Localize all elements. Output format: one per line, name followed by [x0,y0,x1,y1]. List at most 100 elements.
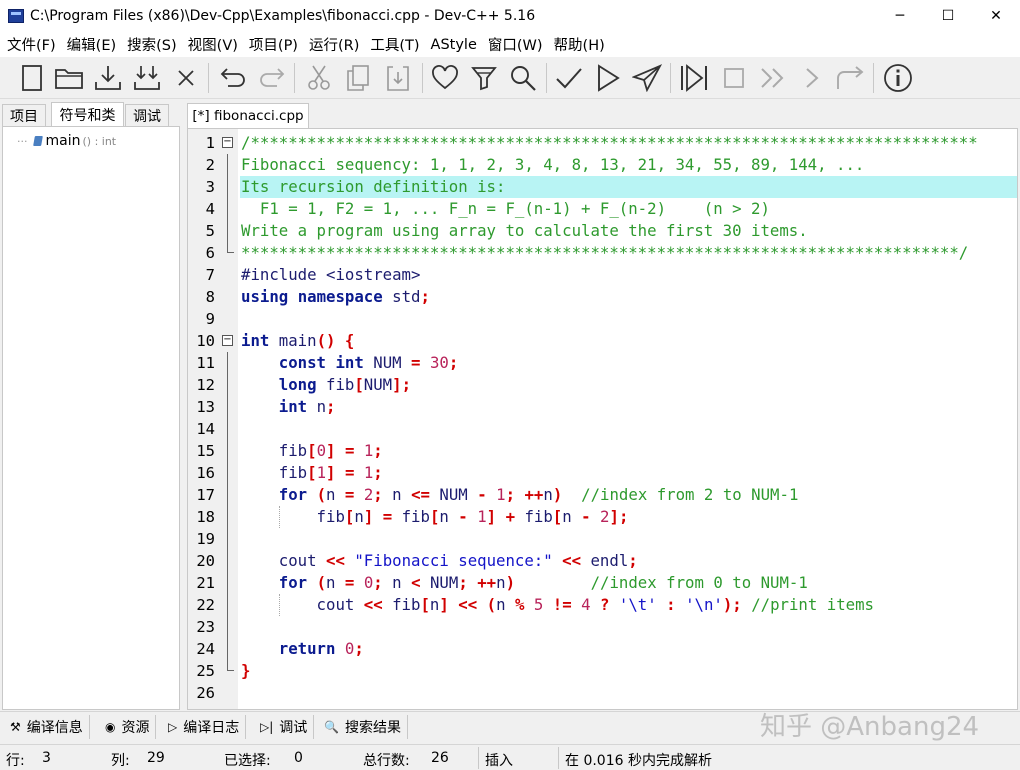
code-line[interactable]: 13 int n; [188,396,1017,418]
code-line[interactable]: 16 fib[1] = 1; [188,462,1017,484]
undo-icon[interactable] [215,61,251,95]
code-line[interactable]: 20 cout << "Fibonacci sequence:" << endl… [188,550,1017,572]
code-editor[interactable]: 1−/*************************************… [187,128,1018,710]
send-icon[interactable] [629,61,665,95]
check-icon[interactable] [551,61,587,95]
fold-line-marker [227,550,228,572]
cut-icon[interactable] [301,61,337,95]
fold-toggle-icon[interactable]: − [222,137,233,148]
fold-line-marker [227,462,228,484]
code-line[interactable]: 24 return 0; [188,638,1017,660]
tab-project[interactable]: 项目 [2,104,46,126]
next-icon[interactable] [794,61,830,95]
tree-item-main[interactable]: ··· main () : int [17,133,116,149]
code-token: 30 [429,353,449,372]
code-line[interactable]: 11 const int NUM = 30; [188,352,1017,374]
code-line[interactable]: 26 [188,682,1017,704]
menu-search[interactable]: 搜索(S) [123,34,181,55]
close-button[interactable]: ✕ [972,0,1020,32]
tab-debug[interactable]: 调试 [125,104,169,126]
toolbar [0,57,1020,99]
code-line[interactable]: 14 [188,418,1017,440]
code-line[interactable]: 1−/*************************************… [188,132,1017,154]
code-token: n [382,485,412,504]
menu-window[interactable]: 窗口(W) [484,34,547,55]
menu-file[interactable]: 文件(F) [3,34,60,55]
line-number: 26 [196,684,215,702]
menu-view[interactable]: 视图(V) [184,34,242,55]
line-number: 2 [205,156,215,174]
code-token: ++ [477,573,497,592]
code-line[interactable]: 8 using namespace std; [188,286,1017,308]
menu-run[interactable]: 运行(R) [305,34,363,55]
minimize-button[interactable]: ─ [876,0,924,32]
code-token: fib [241,463,308,482]
code-line[interactable]: 3 Its recursion definition is: [188,176,1017,198]
line-number: 4 [205,200,215,218]
maximize-button[interactable]: ☐ [924,0,972,32]
code-token: 1 [363,463,374,482]
code-line[interactable]: 25} [188,660,1017,682]
redirect-icon[interactable] [832,61,868,95]
tab-compiler-output[interactable]: ⚒ 编译信息 [4,715,90,739]
search-icon[interactable] [505,61,541,95]
code-token: ); [722,595,742,614]
open-folder-icon[interactable] [51,61,87,95]
menu-tools[interactable]: 工具(T) [366,34,423,55]
file-tab-fibonacci[interactable]: [*] fibonacci.cpp [187,103,309,128]
copy-icon[interactable] [340,61,376,95]
save-icon[interactable] [90,61,126,95]
menu-edit[interactable]: 编辑(E) [63,34,120,55]
menu-project[interactable]: 项目(P) [245,34,302,55]
code-text: const int NUM = 30; [240,352,1017,374]
code-line[interactable]: 22 cout << fib[n] << (n % 5 != 4 ? '\t' … [188,594,1017,616]
tab-resources[interactable]: ◉ 资源 [99,715,157,739]
fold-end-marker [227,242,234,253]
fold-toggle-icon[interactable]: − [222,335,233,346]
code-area[interactable]: 1−/*************************************… [188,132,1017,704]
menu-help[interactable]: 帮助(H) [550,34,609,55]
heart-icon[interactable] [427,61,463,95]
stop-icon[interactable] [716,61,752,95]
tab-compile-log[interactable]: ▷ 编译日志 [162,715,247,739]
run-icon[interactable] [590,61,626,95]
menu-astyle[interactable]: AStyle [427,37,481,53]
code-token: n [326,573,345,592]
save-all-icon[interactable] [129,61,165,95]
code-line[interactable]: 4 F1 = 1, F2 = 1, ... F_n = F_(n-1) + F_… [188,198,1017,220]
code-line[interactable]: 23 [188,616,1017,638]
code-text: Fibonacci sequency: 1, 1, 2, 3, 4, 8, 13… [240,154,1017,176]
code-line[interactable]: 7 #include <iostream> [188,264,1017,286]
tab-search-results[interactable]: 🔍 搜索结果 [318,715,408,739]
devcpp-app-icon[interactable] [8,9,24,23]
code-line[interactable]: 10− int main() { [188,330,1017,352]
code-token: 0 [316,441,327,460]
new-file-icon[interactable] [14,61,50,95]
redo-icon[interactable] [254,61,290,95]
code-text: long fib[NUM]; [240,374,1017,396]
info-icon[interactable] [880,61,916,95]
close-file-icon[interactable] [168,61,204,95]
code-line[interactable]: 9 [188,308,1017,330]
fast-forward-icon[interactable] [755,61,791,95]
code-line[interactable]: 12 long fib[NUM]; [188,374,1017,396]
tab-debug-panel[interactable]: ▷| 调试 [254,715,315,739]
tab-symbols-classes[interactable]: 符号和类 [51,102,124,126]
code-line[interactable]: 21 for (n = 0; n < NUM; ++n) //index fro… [188,572,1017,594]
code-line[interactable]: 15 fib[0] = 1; [188,440,1017,462]
code-line[interactable]: 5 Write a program using array to calculat… [188,220,1017,242]
code-token: [ [354,375,364,394]
paste-icon[interactable] [380,61,416,95]
code-line[interactable]: 6 ***************************************… [188,242,1017,264]
code-line[interactable]: 18 fib[n] = fib[n - 1] + fib[n - 2]; [188,506,1017,528]
code-line[interactable]: 17 for (n = 2; n <= NUM - 1; ++n) //inde… [188,484,1017,506]
code-line[interactable]: 2 Fibonacci sequency: 1, 1, 2, 3, 4, 8, 1… [188,154,1017,176]
code-text: Its recursion definition is: [240,176,1017,198]
code-token: fib [241,441,308,460]
code-line[interactable]: 19 [188,528,1017,550]
filter-icon[interactable] [466,61,502,95]
step-icon[interactable] [677,61,713,95]
